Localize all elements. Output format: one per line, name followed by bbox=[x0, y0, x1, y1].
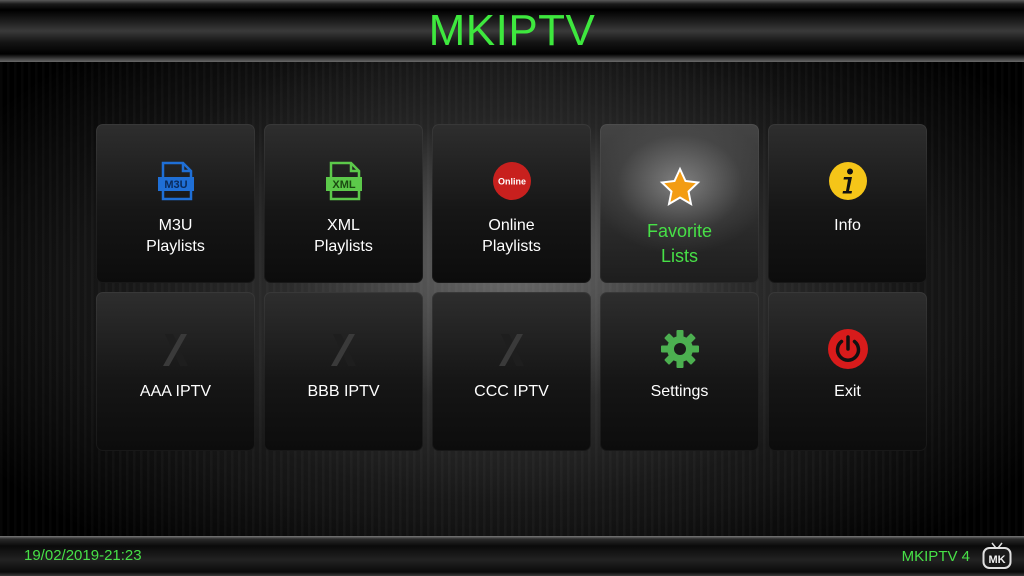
tile-label: Favorite bbox=[646, 221, 713, 241]
tile-m3u-playlists[interactable]: M3U M3U Playlists bbox=[96, 124, 255, 283]
tile-label: Playlists bbox=[482, 238, 541, 255]
header-bar: MKIPTV bbox=[0, 0, 1024, 62]
tile-info[interactable]: Info bbox=[768, 124, 927, 283]
tile-label: Lists bbox=[660, 246, 698, 266]
tile-label: Online bbox=[488, 217, 535, 234]
tile-label: M3U bbox=[158, 217, 193, 234]
tile-label: XML bbox=[327, 217, 360, 234]
app-version: MKIPTV 4 bbox=[901, 548, 970, 565]
star-icon bbox=[659, 166, 701, 207]
svg-text:M3U: M3U bbox=[164, 179, 187, 191]
logo-text: MK bbox=[988, 554, 1005, 566]
svg-text:XML: XML bbox=[332, 179, 356, 191]
tile-favorite-lists[interactable]: Favorite Lists bbox=[600, 124, 759, 283]
tile-aaa-iptv[interactable]: AAA IPTV bbox=[96, 292, 255, 451]
xml-file-icon: XML bbox=[326, 161, 362, 201]
tile-bbb-iptv[interactable]: BBB IPTV bbox=[264, 292, 423, 451]
tv-logo-icon: MK bbox=[982, 542, 1012, 569]
x-logo-icon bbox=[499, 334, 524, 366]
tile-xml-playlists[interactable]: XML XML Playlists bbox=[264, 124, 423, 283]
tile-label: CCC IPTV bbox=[474, 383, 549, 400]
x-logo-icon bbox=[331, 334, 356, 366]
x-logo-icon bbox=[163, 334, 188, 366]
online-badge-icon: Online bbox=[493, 162, 531, 200]
tile-online-playlists[interactable]: Online Online Playlists bbox=[432, 124, 591, 283]
tile-label: Playlists bbox=[314, 238, 373, 255]
footer-bar: 19/02/2019-21:23 MKIPTV 4 bbox=[0, 536, 1024, 576]
tile-label: Playlists bbox=[146, 238, 205, 255]
tile-label: Info bbox=[834, 217, 861, 234]
tile-label: AAA IPTV bbox=[139, 383, 212, 400]
tile-ccc-iptv[interactable]: CCC IPTV bbox=[432, 292, 591, 451]
app-title: MKIPTV bbox=[428, 6, 596, 55]
tile-label: Settings bbox=[650, 383, 709, 400]
power-icon bbox=[828, 329, 868, 369]
online-badge-text: Online bbox=[498, 177, 526, 187]
info-icon bbox=[829, 162, 867, 200]
datetime: 19/02/2019-21:23 bbox=[24, 547, 142, 564]
tile-settings[interactable]: Settings bbox=[600, 292, 759, 451]
tile-exit[interactable]: Exit bbox=[768, 292, 927, 451]
tile-label: BBB IPTV bbox=[307, 383, 380, 400]
gear-icon bbox=[661, 330, 699, 368]
main-menu: M3U M3U Playlists XML XML Playlists Onli… bbox=[0, 62, 1024, 536]
m3u-file-icon: M3U bbox=[158, 161, 194, 201]
tile-label: Exit bbox=[834, 383, 861, 400]
